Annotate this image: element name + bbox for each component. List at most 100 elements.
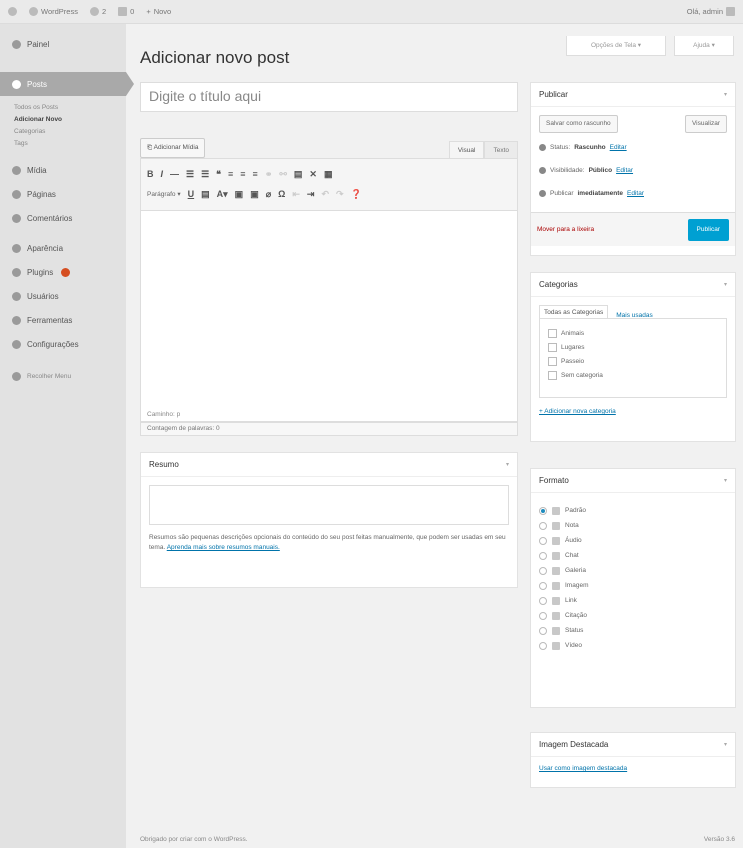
- toolbar-toggle-icon[interactable]: ▦: [324, 169, 333, 180]
- numbered-list-icon[interactable]: ☰: [201, 169, 209, 180]
- preview-button[interactable]: Visualizar: [684, 115, 727, 133]
- users-icon: [12, 291, 21, 301]
- strikethrough-icon[interactable]: —: [170, 169, 179, 179]
- submenu-tags[interactable]: Tags: [14, 138, 126, 150]
- excerpt-learn-more-link[interactable]: Aprenda mais sobre resumos manuais.: [167, 544, 280, 551]
- unlink-icon[interactable]: ⚯: [279, 169, 287, 180]
- special-char-icon[interactable]: Ω: [278, 189, 285, 199]
- tab-most-used[interactable]: Mais usadas: [616, 312, 653, 319]
- screen-options-button[interactable]: Opções de Tela ▾: [566, 36, 666, 56]
- wp-logo-menu[interactable]: [8, 7, 17, 16]
- format-option-chat[interactable]: Chat: [539, 548, 727, 563]
- edit-status-link[interactable]: Editar: [610, 144, 627, 151]
- sidebar-item-aparencia[interactable]: Aparência: [0, 236, 126, 260]
- updates-link[interactable]: 2: [89, 7, 106, 16]
- format-option-audio[interactable]: Áudio: [539, 533, 727, 548]
- format-select[interactable]: Parágrafo ▾: [147, 190, 181, 198]
- sidebar-item-posts[interactable]: Posts: [0, 72, 134, 96]
- format-option-video[interactable]: Vídeo: [539, 638, 727, 653]
- sidebar-item-midia[interactable]: Mídia: [0, 158, 126, 182]
- blockquote-icon[interactable]: ❝: [216, 169, 221, 180]
- format-option-status[interactable]: Status: [539, 623, 727, 638]
- format-option-standard[interactable]: Padrão: [539, 503, 727, 518]
- toggle-icon[interactable]: ▾: [724, 477, 727, 484]
- fullscreen-icon[interactable]: ✕: [309, 169, 317, 180]
- comments-link[interactable]: 0: [118, 7, 134, 16]
- move-to-trash-link[interactable]: Mover para a lixeira: [537, 226, 594, 233]
- sidebar-item-plugins[interactable]: Plugins: [0, 260, 126, 284]
- featured-image-box: Imagem Destacada ▾ Usar como imagem desta…: [530, 732, 736, 788]
- updates-icon: [89, 7, 99, 16]
- add-media-button[interactable]: ⎗ Adicionar Mídia: [140, 138, 206, 158]
- toggle-icon[interactable]: ▾: [724, 741, 727, 748]
- edit-visibility-link[interactable]: Editar: [616, 167, 633, 174]
- justify-icon[interactable]: ▤: [201, 189, 210, 200]
- redo-icon[interactable]: ↷: [336, 189, 344, 200]
- more-tag-icon[interactable]: ▤: [294, 169, 303, 180]
- excerpt-header[interactable]: Resumo ▾: [141, 453, 517, 477]
- bullet-list-icon[interactable]: ☰: [186, 169, 194, 180]
- tab-all-categories[interactable]: Todas as Categorias: [539, 305, 609, 319]
- indent-icon[interactable]: ⇥: [307, 189, 315, 200]
- format-option-link[interactable]: Link: [539, 593, 727, 608]
- sidebar-item-ferramentas[interactable]: Ferramentas: [0, 308, 126, 332]
- site-name-link[interactable]: WordPress: [29, 7, 78, 16]
- help-button[interactable]: Ajuda ▾: [674, 36, 734, 56]
- sidebar-item-painel[interactable]: Painel: [0, 32, 126, 56]
- admin-sidebar: Painel Posts Todos os Posts Adicionar No…: [0, 24, 134, 848]
- format-header[interactable]: Formato ▾: [531, 469, 735, 493]
- new-content-menu[interactable]: + Novo: [146, 7, 171, 16]
- set-featured-image-link[interactable]: Usar como imagem destacada: [539, 765, 627, 772]
- publish-header[interactable]: Publicar ▾: [531, 83, 735, 107]
- collapse-menu-button[interactable]: Recolher Menu: [0, 364, 126, 388]
- align-center-icon[interactable]: ≡: [240, 169, 245, 179]
- account-menu[interactable]: Olá, admin: [687, 7, 735, 16]
- edit-schedule-link[interactable]: Editar: [627, 190, 644, 197]
- undo-icon[interactable]: ↶: [321, 189, 329, 200]
- submenu-all-posts[interactable]: Todos os Posts: [14, 102, 126, 114]
- home-icon: [29, 7, 38, 16]
- align-left-icon[interactable]: ≡: [228, 169, 233, 179]
- excerpt-textarea[interactable]: [149, 485, 509, 525]
- sidebar-item-paginas[interactable]: Páginas: [0, 182, 126, 206]
- category-checkbox[interactable]: Sem categoria: [548, 368, 718, 382]
- tab-visual[interactable]: Visual: [448, 141, 485, 158]
- submenu-add-new[interactable]: Adicionar Novo: [14, 114, 126, 126]
- category-checkbox[interactable]: Lugares: [548, 340, 718, 354]
- categories-header[interactable]: Categorias ▾: [531, 273, 735, 297]
- format-option-quote[interactable]: Citação: [539, 608, 727, 623]
- text-color-icon[interactable]: A▾: [217, 189, 228, 200]
- category-checkbox[interactable]: Passeio: [548, 354, 718, 368]
- admin-bar: WordPress 2 0 + Novo Olá, admin: [0, 0, 743, 24]
- submenu-categories[interactable]: Categorias: [14, 126, 126, 138]
- sidebar-item-comentarios[interactable]: Comentários: [0, 206, 126, 230]
- bold-icon[interactable]: B: [147, 169, 154, 179]
- sidebar-item-usuarios[interactable]: Usuários: [0, 284, 126, 308]
- italic-icon[interactable]: I: [161, 169, 164, 179]
- toggle-icon[interactable]: ▾: [724, 91, 727, 98]
- sidebar-item-configuracoes[interactable]: Configurações: [0, 332, 126, 356]
- post-title-input[interactable]: Digite o título aqui: [140, 82, 518, 112]
- format-option-aside[interactable]: Nota: [539, 518, 727, 533]
- help-icon[interactable]: ❓: [351, 189, 362, 200]
- toggle-icon[interactable]: ▾: [506, 461, 509, 468]
- format-option-gallery[interactable]: Galeria: [539, 563, 727, 578]
- featured-image-header[interactable]: Imagem Destacada ▾: [531, 733, 735, 757]
- post-editor: ⎗ Adicionar Mídia Visual Texto B I — ☰ ☰…: [140, 138, 518, 436]
- toggle-icon[interactable]: ▾: [724, 281, 727, 288]
- format-option-image[interactable]: Imagem: [539, 578, 727, 593]
- add-category-link[interactable]: + Adicionar nova categoria: [539, 408, 727, 415]
- editor-content-area[interactable]: [140, 210, 518, 408]
- tab-text[interactable]: Texto: [484, 141, 518, 158]
- align-right-icon[interactable]: ≡: [253, 169, 258, 179]
- clear-format-icon[interactable]: ⌀: [266, 189, 271, 200]
- paste-text-icon[interactable]: ▣: [235, 189, 244, 200]
- paste-word-icon[interactable]: ▣: [250, 189, 259, 200]
- publish-button[interactable]: Publicar: [687, 218, 729, 241]
- underline-icon[interactable]: U: [188, 189, 195, 199]
- save-draft-button[interactable]: Salvar como rascunho: [539, 115, 618, 133]
- link-icon[interactable]: ⚭: [265, 169, 273, 180]
- outdent-icon[interactable]: ⇤: [292, 189, 300, 200]
- audio-icon: [552, 536, 560, 545]
- category-checkbox[interactable]: Animais: [548, 326, 718, 340]
